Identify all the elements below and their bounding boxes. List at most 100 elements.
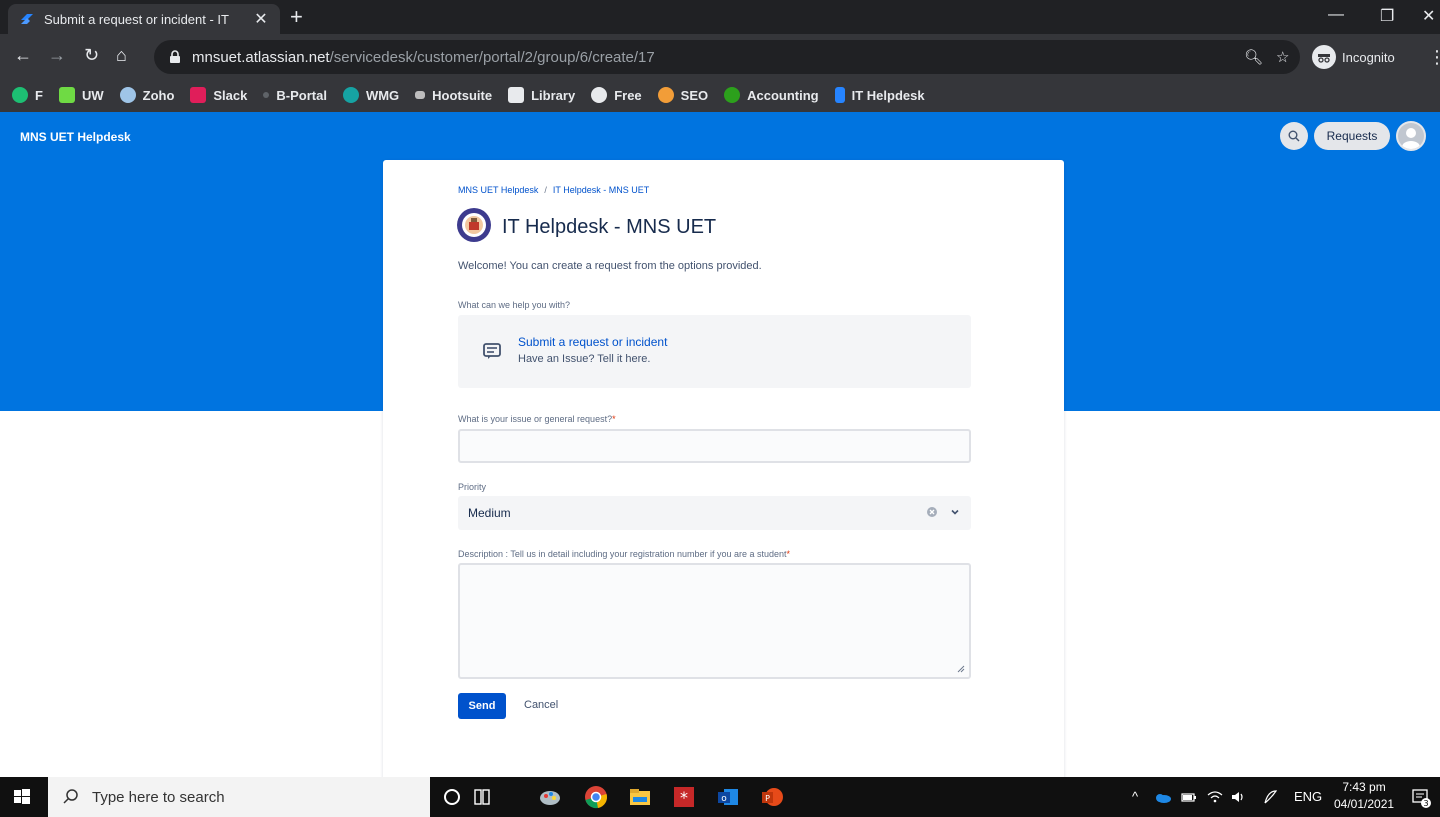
university-logo-icon (457, 208, 491, 242)
search-icon (1288, 130, 1300, 142)
bookmark-it-helpdesk[interactable]: IT Helpdesk (834, 87, 925, 103)
globe-icon (263, 92, 270, 98)
seo-icon (657, 87, 674, 103)
file-explorer-icon[interactable] (628, 785, 652, 809)
summary-input[interactable] (458, 429, 971, 463)
url-host: mnsuet.atlassian.net (192, 48, 330, 66)
forward-arrow-icon[interactable]: → (48, 44, 66, 66)
bookmark-uw[interactable]: UW (58, 87, 104, 103)
lock-icon (170, 50, 180, 63)
notification-count: 3 (1423, 799, 1428, 808)
chevron-down-icon[interactable] (950, 507, 960, 517)
browser-menu-icon[interactable]: ⋮ (1428, 48, 1440, 66)
user-icon (1402, 128, 1420, 149)
bookmark-free[interactable]: Free (591, 87, 642, 103)
bookmark-wmg[interactable]: WMG (342, 87, 399, 103)
bookmark-seo[interactable]: SEO (657, 87, 708, 103)
cancel-button[interactable]: Cancel (524, 699, 558, 711)
quickbooks-icon (724, 87, 741, 103)
page-title: IT Helpdesk - MNS UET (502, 216, 717, 238)
tab-title: Submit a request or incident - IT (44, 11, 229, 27)
close-window-icon[interactable]: ✕ (1422, 6, 1435, 26)
request-type-description: Have an Issue? Tell it here. (518, 353, 651, 365)
create-request-card: MNS UET Helpdesk / IT Helpdesk - MNS UET I… (383, 160, 1064, 780)
portal-brand-link[interactable]: MNS UET Helpdesk (20, 130, 131, 144)
tab-close-icon[interactable]: ✕ (252, 9, 270, 29)
resize-handle-icon[interactable] (957, 665, 965, 673)
windows-start-icon[interactable] (12, 787, 32, 807)
bookmark-b-portal[interactable]: B-Portal (263, 88, 327, 103)
jira-service-desk-icon (21, 14, 33, 24)
battery-icon[interactable] (1180, 789, 1198, 805)
request-type-name[interactable]: Submit a request or incident (518, 335, 667, 349)
required-mark: * (612, 414, 616, 424)
clear-selection-icon[interactable] (926, 506, 938, 518)
wifi-icon[interactable] (1206, 789, 1224, 805)
bookmark-slack[interactable]: Slack (190, 87, 247, 103)
request-type-label: What can we help you with? (458, 300, 571, 310)
task-view-icon[interactable] (470, 785, 494, 809)
chrome-icon[interactable] (584, 785, 608, 809)
back-arrow-icon[interactable]: ← (14, 44, 32, 66)
taskbar-search-box[interactable]: Type here to search (48, 777, 430, 817)
message-icon (483, 343, 501, 359)
incognito-icon (1312, 45, 1336, 69)
windows-taskbar: Type here to search * o P ^ ENG 7:43 pm … (0, 777, 1440, 817)
svg-text:o: o (721, 794, 727, 804)
clock-time: 7:43 pm (1342, 780, 1386, 794)
volume-icon[interactable] (1230, 789, 1248, 805)
home-icon[interactable]: ⌂ (116, 44, 127, 66)
required-mark: * (786, 549, 791, 559)
description-textarea[interactable] (458, 563, 971, 679)
url-path: /servicedesk/customer/portal/2/group/6/c… (329, 48, 655, 66)
zoho-icon (119, 87, 136, 103)
paint-icon[interactable] (538, 785, 562, 809)
input-language-indicator[interactable]: ENG (1294, 789, 1322, 804)
reload-icon[interactable]: ↻ (84, 44, 99, 66)
bookmark-hootsuite[interactable]: Hootsuite (415, 88, 492, 103)
breadcrumb-separator: / (544, 185, 547, 195)
send-button[interactable]: Send (458, 693, 506, 719)
wmg-icon (342, 87, 359, 103)
request-type-option[interactable]: Submit a request or incident Have an Iss… (458, 315, 971, 388)
zoom-icon[interactable]: 🔍︎ (1244, 48, 1263, 66)
address-bar[interactable]: mnsuet.atlassian.net/servicedesk/custome… (154, 40, 1300, 74)
powerpoint-icon[interactable]: P (760, 785, 784, 809)
slack-icon (190, 87, 207, 103)
notifications-icon[interactable]: 3 (1410, 787, 1432, 809)
requests-button[interactable]: Requests (1314, 122, 1390, 150)
onedrive-icon[interactable] (1154, 789, 1172, 805)
description-label: Description : Tell us in detail includin… (458, 549, 791, 559)
browser-tab-bar: Submit a request or incident - IT ✕ + — … (0, 0, 1440, 34)
bookmark-f[interactable]: F (12, 87, 43, 103)
fiverr-icon (12, 87, 28, 103)
bookmark-library[interactable]: Library (508, 87, 575, 103)
cortana-icon[interactable] (440, 785, 464, 809)
upwork-icon (58, 87, 75, 103)
globe-icon (591, 87, 608, 103)
outlook-icon[interactable]: o (716, 785, 740, 809)
bookmark-star-icon[interactable]: ☆ (1276, 48, 1289, 66)
avatar[interactable] (1396, 121, 1426, 151)
breadcrumb-portal-link[interactable]: MNS UET Helpdesk (458, 185, 538, 195)
priority-selected-value: Medium (468, 506, 511, 520)
svg-text:P: P (765, 794, 770, 803)
new-tab-button[interactable]: + (290, 6, 303, 28)
priority-label: Priority (458, 482, 487, 492)
summary-label: What is your issue or general request?* (458, 414, 616, 424)
pen-icon[interactable] (1262, 789, 1280, 805)
restore-window-icon[interactable]: ❐ (1380, 6, 1394, 26)
search-button[interactable] (1280, 122, 1308, 150)
breadcrumb-helpdesk-link[interactable]: IT Helpdesk - MNS UET (553, 185, 649, 195)
incognito-indicator[interactable]: Incognito (1312, 44, 1395, 70)
minimize-icon[interactable]: — (1328, 6, 1344, 24)
browser-tab-active[interactable]: Submit a request or incident - IT ✕ (8, 4, 280, 34)
incognito-label: Incognito (1342, 49, 1395, 65)
welcome-message: Welcome! You can create a request from t… (458, 260, 762, 272)
show-hidden-icons-icon[interactable]: ^ (1132, 789, 1138, 804)
priority-select[interactable]: Medium (458, 496, 971, 530)
system-clock[interactable]: 7:43 pm 04/01/2021 (1334, 779, 1394, 813)
red-star-app-icon[interactable]: * (672, 785, 696, 809)
bookmark-zoho[interactable]: Zoho (119, 87, 174, 103)
bookmark-accounting[interactable]: Accounting (724, 87, 819, 103)
